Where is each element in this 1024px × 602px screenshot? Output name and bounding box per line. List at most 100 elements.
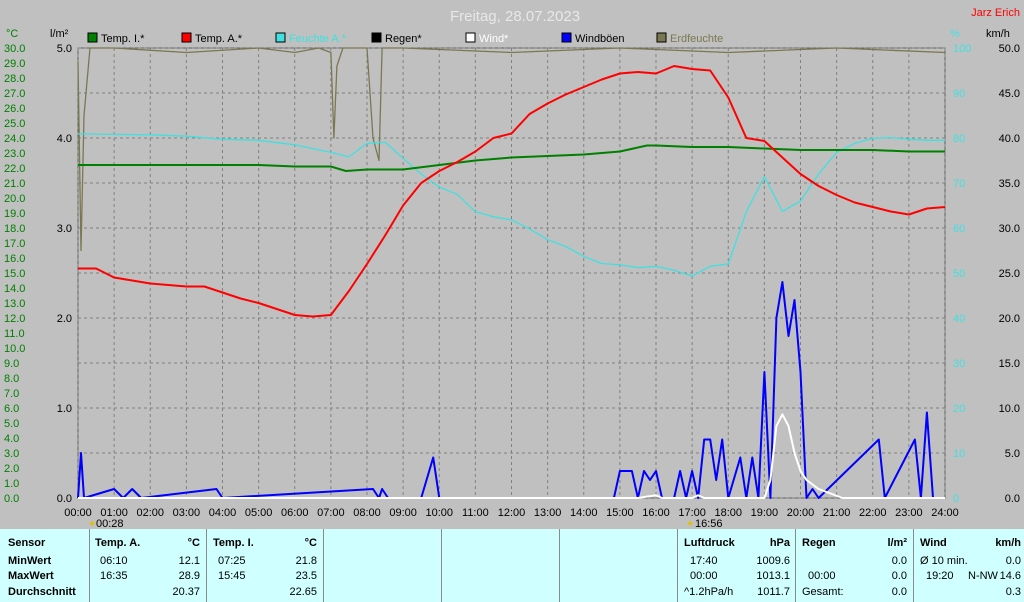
temp-tick-label: 9.0 [4, 358, 19, 370]
pressure-trend: ^1.2hPa/h [684, 586, 734, 598]
wind-tick-label: 50.0 [999, 43, 1020, 55]
temp-tick-label: 6.0 [4, 403, 19, 415]
humidity-tick-label: 60 [953, 223, 965, 235]
legend-swatch [656, 32, 667, 43]
time-tick-label: 15:00 [606, 507, 634, 519]
wind-tick-label: 40.0 [999, 133, 1020, 145]
rain-tick-label: 3.0 [57, 223, 72, 235]
temp-tick-label: 12.0 [4, 313, 25, 325]
sensor-header: Sensor [8, 537, 46, 549]
temp-tick-label: 15.0 [4, 268, 25, 280]
statistics-panel: Sensor MinWert MaxWert Durchschnitt Temp… [0, 529, 1024, 602]
temp-tick-label: 14.0 [4, 283, 25, 295]
wind-avg: 0.0 [1005, 555, 1021, 567]
temp-tick-label: 3.0 [4, 448, 19, 460]
rain-total-label: Gesamt: [802, 586, 844, 598]
rain-tick-label: 5.0 [57, 43, 72, 55]
divider [323, 529, 324, 602]
rain-total: 0.0 [891, 586, 907, 598]
temp-tick-label: 27.0 [4, 88, 25, 100]
temp-a-header: Temp. A. [95, 537, 141, 549]
wind-tick-label: 10.0 [999, 403, 1020, 415]
temp-tick-label: 28.0 [4, 73, 25, 85]
divider [913, 529, 914, 602]
temp-tick-label: 17.0 [4, 238, 25, 250]
divider [559, 529, 560, 602]
temp-a-avg: 20.37 [172, 586, 200, 598]
time-tick-label: 03:00 [173, 507, 201, 519]
legend-swatch [87, 32, 98, 43]
humidity-tick-label: 50 [953, 268, 965, 280]
temp-tick-label: 7.0 [4, 388, 19, 400]
humidity-tick-label: 20 [953, 403, 965, 415]
humidity-tick-label: 90 [953, 88, 965, 100]
sun-markers: ✦ 00:28 ✦ 16:56 [88, 518, 723, 529]
time-tick-label: 23:00 [895, 507, 923, 519]
humidity-axis-unit: % [950, 28, 960, 40]
legend-label: Temp. I.* [101, 33, 145, 45]
time-tick-label: 21:00 [823, 507, 851, 519]
humidity-tick-label: 40 [953, 313, 965, 325]
temp-i-avg: 22.65 [289, 586, 317, 598]
temp-i-max-time: 15:45 [218, 570, 246, 582]
divider [206, 529, 207, 602]
temp-a-min-time: 06:10 [100, 555, 128, 567]
time-tick-label: 02:00 [136, 507, 164, 519]
wind-header: Wind [920, 537, 947, 549]
rain-tick-label: 1.0 [57, 403, 72, 415]
time-tick-label: 05:00 [245, 507, 273, 519]
time-tick-label: 24:00 [931, 507, 959, 519]
time-tick-label: 07:00 [317, 507, 345, 519]
legend-label: Feuchte A.* [289, 33, 347, 45]
temp-tick-label: 30.0 [4, 43, 25, 55]
time-tick-label: 16:00 [642, 507, 670, 519]
wind-tick-label: 45.0 [999, 88, 1020, 100]
divider [441, 529, 442, 602]
chart-title: Freitag, 28.07.2023 [450, 8, 580, 25]
divider [89, 529, 90, 602]
weather-chart: Freitag, 28.07.2023 Jarz Erich °C l/m² %… [4, 7, 1020, 529]
wind-max-time: 19:20 [926, 570, 954, 582]
wind-tick-label: 25.0 [999, 268, 1020, 280]
temp-tick-label: 2.0 [4, 463, 19, 475]
temp-i-header: Temp. I. [213, 537, 254, 549]
time-tick-label: 09:00 [389, 507, 417, 519]
rain-tick-label: 2.0 [57, 313, 72, 325]
pressure-avg: 1011.7 [757, 586, 790, 598]
temp-tick-label: 19.0 [4, 208, 25, 220]
humidity-tick-label: 80 [953, 133, 965, 145]
temp-tick-label: 10.0 [4, 343, 25, 355]
pressure-header: Luftdruck [684, 537, 735, 549]
humidity-tick-label: 100 [953, 43, 971, 55]
legend-swatch [275, 32, 286, 43]
temp-tick-label: 29.0 [4, 58, 25, 70]
temp-tick-label: 26.0 [4, 103, 25, 115]
temp-tick-label: 21.0 [4, 178, 25, 190]
time-tick-label: 14:00 [570, 507, 598, 519]
temp-axis-unit: °C [6, 28, 18, 40]
temp-tick-label: 23.0 [4, 148, 25, 160]
legend-swatch [371, 32, 382, 43]
legend-label: Temp. A.* [195, 33, 243, 45]
temp-tick-label: 20.0 [4, 193, 25, 205]
sunrise-time: 00:28 [96, 518, 124, 529]
divider [795, 529, 796, 602]
time-tick-label: 22:00 [859, 507, 887, 519]
pressure-unit: hPa [769, 537, 790, 549]
wind-daily-avg: 0.3 [1005, 586, 1021, 598]
temp-tick-label: 16.0 [4, 253, 25, 265]
row-label-max: MaxWert [8, 570, 54, 582]
pressure-max: 1013.1 [756, 570, 790, 582]
wind-tick-label: 30.0 [999, 223, 1020, 235]
legend-label: Erdfeuchte [670, 33, 723, 45]
rain-header: Regen [802, 537, 836, 549]
wind-tick-label: 0.0 [1005, 493, 1020, 505]
humidity-tick-label: 10 [953, 448, 965, 460]
legend-swatch [561, 32, 572, 43]
rain-tick-label: 0.0 [57, 493, 72, 505]
temp-a-min: 12.1 [178, 555, 200, 567]
time-tick-label: 12:00 [498, 507, 526, 519]
temp-tick-label: 8.0 [4, 373, 19, 385]
time-tick-label: 11:00 [462, 507, 489, 519]
pressure-max-time: 00:00 [690, 570, 718, 582]
